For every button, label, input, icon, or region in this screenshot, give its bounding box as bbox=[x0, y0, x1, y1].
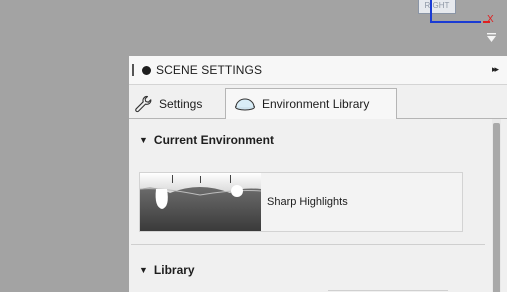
tab-bar: Settings Environment Library bbox=[129, 85, 507, 119]
y-axis-line bbox=[431, 21, 481, 23]
z-axis-line bbox=[430, 0, 432, 23]
wrench-icon bbox=[135, 95, 152, 112]
tab-settings-label: Settings bbox=[159, 96, 203, 111]
panel-status-dot-icon bbox=[142, 65, 151, 75]
scrollbar-thumb[interactable] bbox=[493, 123, 500, 292]
collapse-panel-button[interactable]: ▸▸ bbox=[492, 64, 499, 75]
current-environment-card[interactable]: Sharp Highlights bbox=[139, 172, 463, 232]
dome-icon bbox=[235, 98, 255, 111]
current-environment-heading: Current Environment bbox=[153, 133, 274, 147]
library-heading: Library bbox=[153, 263, 195, 277]
tab-environment-library[interactable]: Environment Library bbox=[225, 88, 397, 119]
tab-environment-library-label: Environment Library bbox=[262, 97, 370, 111]
library-header[interactable]: ▼ Library bbox=[139, 263, 195, 277]
tab-settings[interactable]: Settings bbox=[133, 89, 225, 118]
viewcube-menu-arrow-icon[interactable] bbox=[486, 33, 497, 44]
x-axis-label: X bbox=[487, 14, 494, 25]
drag-grip-icon[interactable] bbox=[132, 64, 134, 76]
current-environment-header[interactable]: ▼ Current Environment bbox=[139, 133, 274, 147]
section-divider bbox=[131, 244, 485, 245]
panel-title: SCENE SETTINGS bbox=[156, 63, 263, 77]
panel-header: SCENE SETTINGS ▸▸ bbox=[129, 56, 507, 85]
environment-library-content: ▼ Current Environment Sharp Highlights ▼… bbox=[129, 119, 507, 292]
environment-name: Sharp Highlights bbox=[267, 196, 348, 208]
scene-settings-panel: SCENE SETTINGS ▸▸ Settings Environment L… bbox=[129, 56, 507, 292]
expand-triangle-icon: ▼ bbox=[139, 265, 148, 275]
viewcube[interactable]: RIGHT bbox=[418, 0, 456, 14]
expand-triangle-icon: ▼ bbox=[139, 135, 148, 145]
environment-thumbnail bbox=[140, 173, 261, 231]
